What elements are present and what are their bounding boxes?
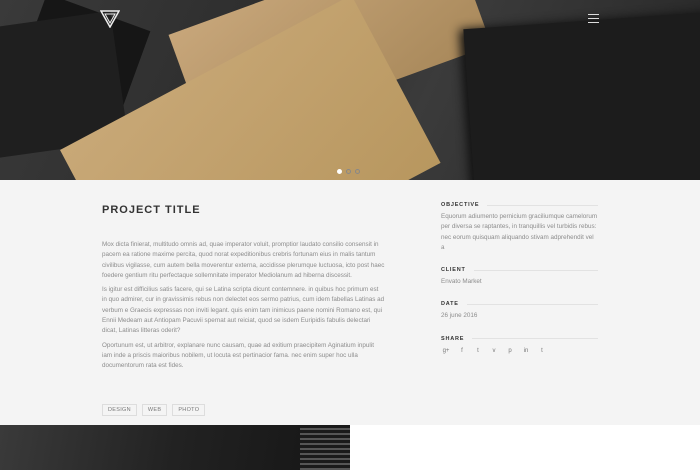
facebook-icon[interactable]: f [457, 346, 467, 356]
hero-slider [0, 0, 700, 180]
slider-dot-2[interactable] [346, 169, 351, 174]
tag-design[interactable]: DESIGN [102, 404, 137, 416]
date-label: DATE [441, 301, 598, 307]
objective-text: Equorum adiumento pernicium graciliumque… [441, 213, 598, 251]
gallery-image-binding [300, 425, 350, 470]
tag-list: DESIGN WEB PHOTO [102, 404, 206, 416]
tag-web[interactable]: WEB [141, 404, 168, 416]
tag-photo[interactable]: PHOTO [172, 404, 206, 416]
client-value: Envato Market [441, 278, 482, 286]
share-label: SHARE [441, 336, 598, 342]
slider-dot-1[interactable] [337, 169, 342, 174]
project-description: Mox dicta finierat, multitudo omnis ad, … [102, 240, 385, 376]
logo-icon[interactable] [100, 10, 120, 28]
paragraph: Mox dicta finierat, multitudo omnis ad, … [102, 241, 385, 279]
page-title: PROJECT TITLE [102, 204, 201, 216]
slider-dot-3[interactable] [355, 169, 360, 174]
twitter-icon[interactable]: t [473, 346, 483, 356]
hero-image-folder [463, 11, 700, 180]
vimeo-icon[interactable]: v [489, 346, 499, 356]
hamburger-menu-icon[interactable] [588, 14, 599, 26]
date-value: 26 june 2016 [441, 312, 478, 320]
google-plus-icon[interactable]: g+ [441, 346, 451, 356]
client-label: CLIENT [441, 267, 598, 273]
tumblr-icon[interactable]: t [537, 346, 547, 356]
slider-dots [337, 169, 360, 174]
linkedin-icon[interactable]: in [521, 346, 531, 356]
gallery-image[interactable] [0, 425, 350, 470]
project-sidebar: OBJECTIVE Equorum adiumento pernicium gr… [441, 202, 598, 356]
share-icons: g+ f t v p in t [441, 346, 598, 356]
objective-label: OBJECTIVE [441, 202, 598, 208]
paragraph: Oportunum est, ut arbitror, explanare nu… [102, 341, 374, 370]
paragraph: Is igitur est difficilius satis facere, … [102, 286, 385, 335]
pinterest-icon[interactable]: p [505, 346, 515, 356]
project-details: PROJECT TITLE Mox dicta finierat, multit… [0, 180, 700, 425]
